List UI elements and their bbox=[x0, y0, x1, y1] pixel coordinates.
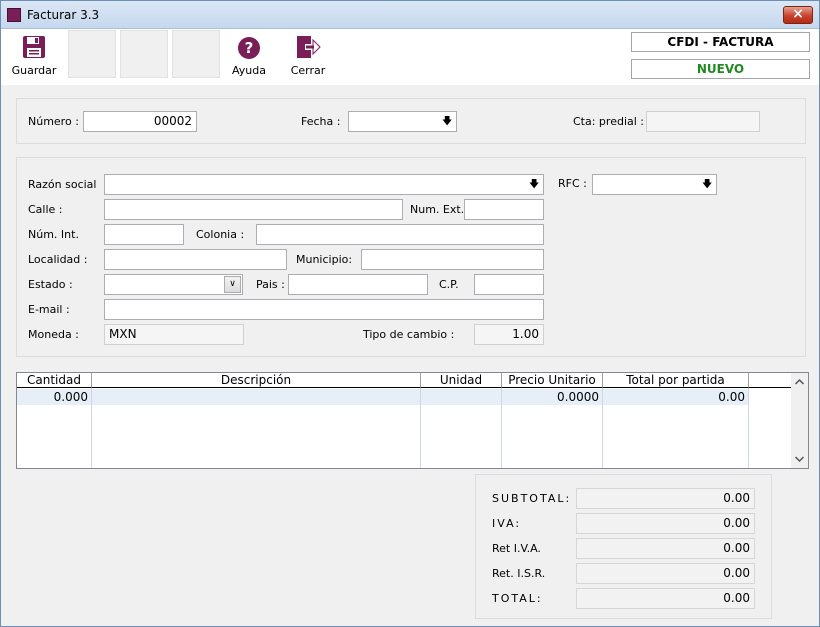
numero-field[interactable]: 00002 bbox=[83, 111, 197, 132]
total-field: 0.00 bbox=[576, 588, 755, 609]
num-int-label: Núm. Int. bbox=[28, 228, 79, 241]
guardar-label: Guardar bbox=[11, 64, 57, 77]
title-bar: Facturar 3.3 × bbox=[1, 1, 819, 29]
toolbar: Guardar ? Ayuda Cerrar CFDI - FACTURA NU… bbox=[1, 29, 819, 85]
close-button[interactable]: × bbox=[783, 6, 813, 24]
toolbar-slot-3 bbox=[172, 30, 220, 78]
cp-field[interactable] bbox=[474, 274, 544, 295]
rfc-label: RFC : bbox=[558, 177, 587, 190]
doc-type-box: CFDI - FACTURA bbox=[631, 32, 810, 52]
cta-predial-label: Cta: predial : bbox=[573, 115, 645, 128]
header-group: Número : 00002 Fecha : 🡇 Cta: predial : bbox=[16, 98, 806, 144]
subtotal-label: SUBTOTAL: bbox=[492, 492, 572, 505]
colonia-field[interactable] bbox=[256, 224, 544, 245]
ayuda-label: Ayuda bbox=[232, 64, 266, 77]
calle-field[interactable] bbox=[104, 199, 403, 220]
email-field[interactable] bbox=[104, 299, 544, 320]
calle-label: Calle : bbox=[28, 203, 63, 216]
col-header-cantidad[interactable]: Cantidad bbox=[17, 373, 92, 388]
svg-text:?: ? bbox=[245, 39, 254, 57]
facturar-window: Facturar 3.3 × Guardar ? Ayuda Cerrar CF… bbox=[0, 0, 820, 627]
ret-isr-label: Ret. I.S.R. bbox=[492, 567, 546, 580]
num-int-field[interactable] bbox=[104, 224, 184, 245]
municipio-field[interactable] bbox=[361, 249, 544, 270]
num-ext-field[interactable] bbox=[464, 199, 544, 220]
col-divider bbox=[748, 388, 749, 468]
email-label: E-mail : bbox=[28, 303, 70, 316]
numero-label: Número : bbox=[28, 115, 79, 128]
total-label: TOTAL: bbox=[492, 592, 543, 605]
iva-field: 0.00 bbox=[576, 513, 755, 534]
estado-label: Estado : bbox=[28, 278, 73, 291]
subtotal-field: 0.00 bbox=[576, 488, 755, 509]
col-header-descripcion[interactable]: Descripción bbox=[92, 373, 421, 388]
items-grid[interactable]: Cantidad Descripción Unidad Precio Unita… bbox=[16, 372, 809, 469]
pais-label: Pais : bbox=[256, 278, 285, 291]
colonia-label: Colonia : bbox=[196, 228, 245, 241]
ret-iva-label: Ret I.V.A. bbox=[492, 542, 541, 555]
iva-label: IVA: bbox=[492, 517, 522, 530]
estado-select[interactable]: ∨ bbox=[104, 274, 243, 295]
cell-precio[interactable]: 0.0000 bbox=[502, 389, 602, 405]
client-group: Razón social 🡇 RFC : 🡇 Calle : Num. Ext.… bbox=[16, 157, 806, 357]
tipo-cambio-field[interactable]: 1.00 bbox=[474, 324, 544, 345]
fecha-label: Fecha : bbox=[301, 115, 341, 128]
help-icon: ? bbox=[238, 37, 260, 59]
scroll-up-icon[interactable] bbox=[791, 375, 808, 389]
guardar-button[interactable]: Guardar bbox=[7, 31, 61, 81]
rfc-field[interactable]: 🡇 bbox=[592, 174, 717, 195]
col-header-unidad[interactable]: Unidad bbox=[421, 373, 502, 388]
tipo-cambio-label: Tipo de cambio : bbox=[363, 328, 455, 341]
totals-panel: SUBTOTAL: 0.00 IVA: 0.00 Ret I.V.A. 0.00… bbox=[475, 474, 772, 619]
cell-unidad[interactable] bbox=[421, 389, 501, 405]
moneda-field[interactable]: MXN bbox=[104, 324, 244, 345]
save-icon bbox=[23, 36, 45, 58]
app-icon bbox=[7, 8, 21, 22]
moneda-label: Moneda : bbox=[28, 328, 79, 341]
localidad-field[interactable] bbox=[104, 249, 287, 270]
cp-label: C.P. bbox=[439, 278, 459, 291]
num-ext-label: Num. Ext. bbox=[410, 203, 465, 216]
ret-iva-field: 0.00 bbox=[576, 538, 755, 559]
cta-predial-field[interactable] bbox=[646, 111, 760, 132]
razon-social-label: Razón social bbox=[28, 178, 97, 191]
doc-state-box: NUEVO bbox=[631, 59, 810, 79]
fecha-picker[interactable]: 🡇 bbox=[348, 111, 457, 132]
pais-field[interactable] bbox=[288, 274, 428, 295]
window-title: Facturar 3.3 bbox=[27, 8, 100, 22]
cerrar-label: Cerrar bbox=[290, 64, 326, 77]
cell-cantidad[interactable]: 0.000 bbox=[17, 389, 91, 405]
toolbar-slot-2 bbox=[120, 30, 168, 78]
chevron-down-icon[interactable]: ∨ bbox=[224, 276, 241, 293]
col-header-precio[interactable]: Precio Unitario bbox=[502, 373, 603, 388]
exit-icon bbox=[297, 36, 321, 58]
col-header-filler bbox=[749, 373, 792, 388]
localidad-label: Localidad : bbox=[28, 253, 88, 266]
cerrar-button[interactable]: Cerrar bbox=[287, 31, 329, 81]
arrow-down-icon[interactable]: 🡇 bbox=[529, 179, 539, 191]
arrow-down-icon[interactable]: 🡇 bbox=[442, 116, 452, 128]
arrow-down-icon[interactable]: 🡇 bbox=[702, 179, 712, 191]
cell-total[interactable]: 0.00 bbox=[603, 389, 748, 405]
ayuda-button[interactable]: ? Ayuda bbox=[227, 31, 271, 81]
cell-descripcion[interactable] bbox=[92, 389, 420, 405]
col-header-total[interactable]: Total por partida bbox=[603, 373, 749, 388]
toolbar-slot-1 bbox=[68, 30, 116, 78]
ret-isr-field: 0.00 bbox=[576, 563, 755, 584]
razon-social-field[interactable]: 🡇 bbox=[104, 174, 544, 195]
scroll-down-icon[interactable] bbox=[791, 452, 808, 466]
municipio-label: Municipio: bbox=[296, 253, 353, 266]
grid-scrollbar[interactable] bbox=[791, 373, 808, 468]
